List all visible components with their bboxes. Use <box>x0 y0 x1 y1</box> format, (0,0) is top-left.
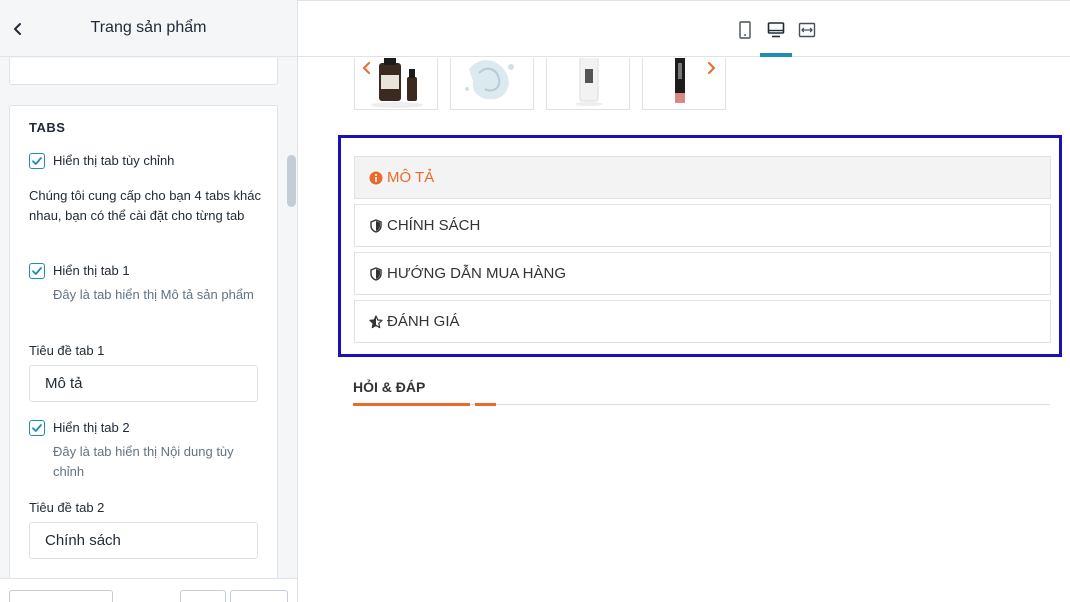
product-thumbnail-2[interactable] <box>450 58 534 110</box>
show-custom-tab-checkbox[interactable]: Hiển thị tab tùy chỉnh <box>29 152 174 170</box>
product-thumbnail-3[interactable] <box>546 58 630 110</box>
fullwidth-view-button[interactable] <box>795 18 819 42</box>
info-circle-icon <box>369 171 383 185</box>
tab-reviews[interactable]: ĐÁNH GIÁ <box>354 300 1051 343</box>
tab-purchase-guide[interactable]: HƯỚNG DẪN MUA HÀNG <box>354 252 1051 295</box>
sidebar-scrollbar[interactable] <box>287 155 296 207</box>
qa-title-underline-accent <box>475 403 496 406</box>
footer-left-button[interactable] <box>9 590 113 602</box>
redo-button[interactable] <box>230 590 288 602</box>
settings-sidebar: Trang sản phẩm TABS Hiển thị tab tùy chỉ… <box>0 0 298 602</box>
chevron-left-icon <box>362 62 370 74</box>
checkbox-box[interactable] <box>29 153 45 169</box>
show-tab1-label: Hiển thị tab 1 <box>53 263 130 278</box>
toner-bottle-image <box>575 58 603 106</box>
show-custom-tab-label: Hiển thị tab tùy chỉnh <box>53 153 175 168</box>
tab1-help-text: Đây là tab hiển thị Mô tả sản phẩm <box>53 287 254 302</box>
qa-section-title: HỎI & ĐÁP <box>353 379 426 395</box>
checkbox-box[interactable] <box>29 263 45 279</box>
storefront-preview: MÔ TẢ CHÍNH SÁCH HƯỚNG DẪN MUA HÀNG ĐÁNH… <box>299 58 1070 602</box>
qa-title-underline <box>353 403 470 406</box>
tabs-settings-card: TABS Hiển thị tab tùy chỉnh Chúng tôi cu… <box>9 105 278 578</box>
check-icon <box>32 424 42 432</box>
tab-description[interactable]: MÔ TẢ <box>354 156 1051 199</box>
chevron-right-icon <box>708 62 716 74</box>
preview-toolbar <box>298 0 1070 57</box>
active-device-indicator <box>760 53 792 57</box>
desktop-icon <box>767 22 785 38</box>
tab-label: ĐÁNH GIÁ <box>387 313 460 330</box>
sidebar-header: Trang sản phẩm <box>0 0 297 57</box>
desktop-view-button[interactable] <box>764 18 788 42</box>
theme-editor: Trang sản phẩm TABS Hiển thị tab tùy chỉ… <box>0 0 1070 602</box>
mobile-icon <box>739 21 751 39</box>
product-tabs-section[interactable]: MÔ TẢ CHÍNH SÁCH HƯỚNG DẪN MUA HÀNG ĐÁNH… <box>338 135 1062 357</box>
sidebar-footer <box>0 578 297 602</box>
check-icon <box>32 157 42 165</box>
show-tab2-checkbox[interactable]: Hiển thị tab 2 <box>29 419 130 437</box>
tab2-title-label: Tiêu đề tab 2 <box>29 500 105 515</box>
tab1-title-input[interactable] <box>29 365 258 402</box>
sidebar-title: Trang sản phẩm <box>90 19 207 36</box>
shield-icon <box>369 266 383 281</box>
carousel-next-button[interactable] <box>703 60 719 76</box>
show-tab1-checkbox[interactable]: Hiển thị tab 1 <box>29 262 130 280</box>
tab-label: MÔ TẢ <box>387 169 435 186</box>
sidebar-scroll-area[interactable]: TABS Hiển thị tab tùy chỉnh Chúng tôi cu… <box>0 58 297 578</box>
water-splash-image <box>465 60 514 100</box>
tab-label: CHÍNH SÁCH <box>387 217 481 234</box>
mobile-view-button[interactable] <box>733 18 757 42</box>
previous-settings-card <box>9 58 278 85</box>
undo-button[interactable] <box>180 590 226 602</box>
tab-label: HƯỚNG DẪN MUA HÀNG <box>387 265 567 282</box>
tab1-title-label: Tiêu đề tab 1 <box>29 343 105 358</box>
section-title: TABS <box>29 120 66 135</box>
tab-policy[interactable]: CHÍNH SÁCH <box>354 204 1051 247</box>
checkbox-box[interactable] <box>29 420 45 436</box>
tab2-help-text: Đây là tab hiển thị Nội dung tùy chỉnh <box>53 444 234 479</box>
check-icon <box>32 267 42 275</box>
tab2-title-input[interactable] <box>29 522 258 559</box>
fullwidth-icon <box>798 22 816 38</box>
section-description: Chúng tôi cung cấp cho bạn 4 tabs khác n… <box>29 188 261 223</box>
star-half-icon <box>369 314 383 329</box>
show-tab2-label: Hiển thị tab 2 <box>53 420 130 435</box>
carousel-prev-button[interactable] <box>359 60 375 76</box>
shield-icon <box>369 218 383 233</box>
